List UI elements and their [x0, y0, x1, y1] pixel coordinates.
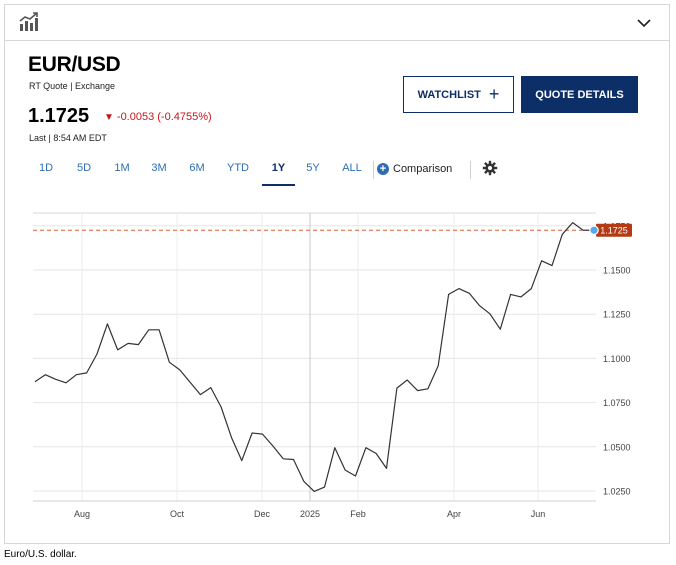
tab-1m[interactable]: 1M	[109, 156, 135, 184]
comparison-button[interactable]: + Comparison	[377, 159, 452, 179]
symbol-title: EUR/USD	[28, 53, 121, 76]
quote-details-label: QUOTE DETAILS	[535, 88, 624, 101]
footnote: Euro/U.S. dollar.	[4, 549, 77, 560]
range-divider	[373, 161, 374, 179]
tab-all[interactable]: ALL	[337, 156, 367, 184]
last-update-time: Last | 8:54 AM EDT	[29, 133, 107, 143]
price-change-value: -0.0053 (-0.4755%)	[116, 111, 212, 123]
plus-icon: +	[488, 84, 500, 104]
chevron-down-icon[interactable]	[633, 13, 655, 33]
quote-source: RT Quote | Exchange	[29, 81, 116, 91]
price-change: ▼ -0.0053 (-0.4755%)	[104, 111, 212, 123]
quote-details-button[interactable]: QUOTE DETAILS	[521, 76, 638, 113]
last-price: 1.1725	[28, 105, 90, 127]
gear-icon[interactable]	[482, 160, 498, 176]
tab-5y[interactable]: 5Y	[301, 156, 325, 184]
tab-5d[interactable]: 5D	[72, 156, 96, 184]
comparison-label: Comparison	[393, 163, 453, 175]
tab-ytd[interactable]: YTD	[223, 156, 253, 184]
down-arrow-icon: ▼	[104, 112, 114, 123]
tab-1d[interactable]: 1D	[34, 156, 58, 184]
tab-3m[interactable]: 3M	[145, 156, 173, 184]
settings-divider	[470, 161, 471, 179]
tab-1y[interactable]: 1Y	[262, 156, 295, 186]
chart-icon	[19, 12, 38, 31]
watchlist-label: WATCHLIST	[417, 88, 481, 101]
watchlist-button[interactable]: WATCHLIST +	[403, 76, 514, 113]
tab-6m[interactable]: 6M	[183, 156, 211, 184]
add-circle-icon: +	[377, 163, 389, 175]
widget-header	[5, 5, 669, 41]
